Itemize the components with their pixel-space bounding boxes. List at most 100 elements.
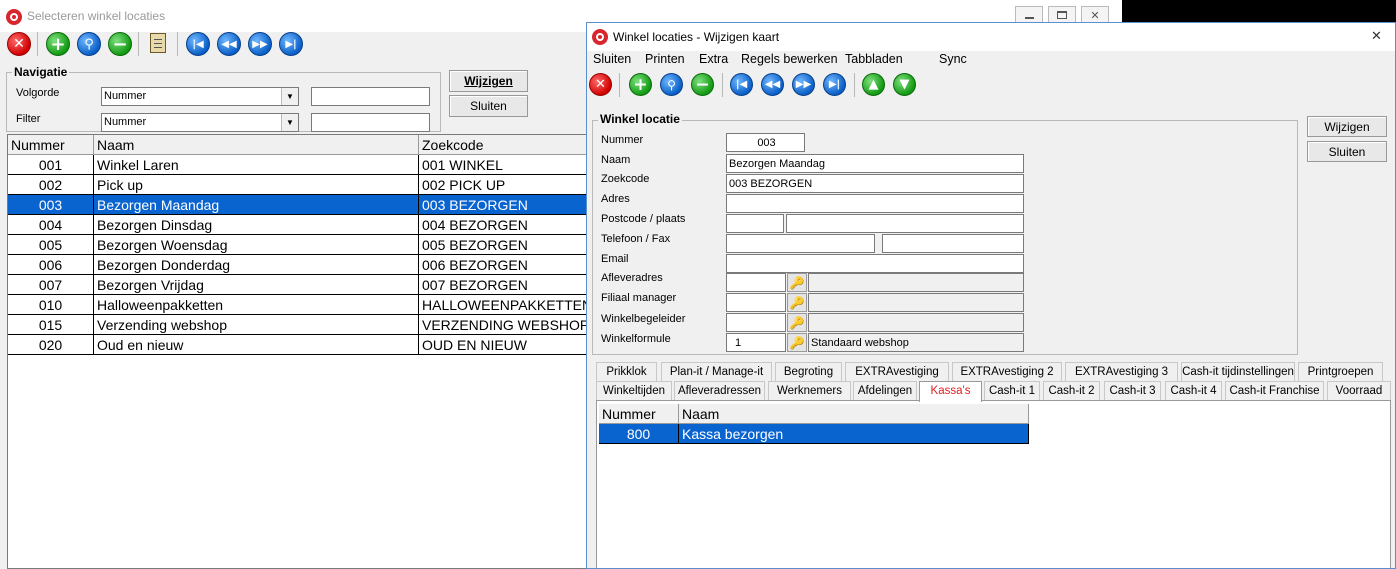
tab-cash-it-2[interactable]: Cash-it 2 xyxy=(1043,381,1100,400)
winkelbegeleider-lookup-button[interactable]: 🔑 xyxy=(787,313,807,332)
kassa-column-nummer[interactable]: Nummer xyxy=(599,404,679,424)
tab-extravestiging-3[interactable]: EXTRAvestiging 3 xyxy=(1065,362,1178,381)
fax-field[interactable] xyxy=(882,234,1024,253)
menu-item-4[interactable]: Tabbladen xyxy=(845,52,903,66)
filter-select[interactable]: Nummer ▼ xyxy=(101,113,299,132)
tab-extravestiging[interactable]: EXTRAvestiging xyxy=(845,362,949,381)
filter-text-input[interactable] xyxy=(311,113,430,132)
postcode-field[interactable] xyxy=(726,214,784,233)
search-button[interactable]: ⚲ xyxy=(77,32,101,56)
tab-printgroepen[interactable]: Printgroepen xyxy=(1298,362,1383,381)
previous-record-button[interactable]: ◀◀ xyxy=(217,32,241,56)
tab-afdelingen[interactable]: Afdelingen xyxy=(853,381,917,400)
plaats-field[interactable] xyxy=(786,214,1024,233)
add-button[interactable]: + xyxy=(629,73,652,96)
filiaal-manager-field[interactable] xyxy=(726,293,786,312)
tab-cash-it-franchise[interactable]: Cash-it Franchise xyxy=(1225,381,1324,400)
nummer-field[interactable]: 003 xyxy=(726,133,805,152)
kassa-row[interactable]: 800 Kassa bezorgen xyxy=(599,424,1029,444)
menu-item-1[interactable]: Printen xyxy=(645,52,685,66)
column-header-nummer[interactable]: Nummer xyxy=(8,135,94,155)
first-record-button[interactable]: |◀ xyxy=(730,73,753,96)
tab-plan-it-manage-it[interactable]: Plan-it / Manage-it xyxy=(661,362,772,381)
table-row[interactable]: 002 Pick up 002 PICK UP xyxy=(8,175,606,195)
tab-voorraad[interactable]: Voorraad xyxy=(1327,381,1391,400)
table-row[interactable]: 007 Bezorgen Vrijdag 007 BEZORGEN xyxy=(8,275,606,295)
menu-item-3[interactable]: Regels bewerken xyxy=(741,52,838,66)
adres-field[interactable] xyxy=(726,194,1024,213)
winkelformule-field[interactable]: 1 xyxy=(726,333,786,352)
locations-table: Nummer Naam Zoekcode 001 Winkel Laren 001 … xyxy=(7,134,607,569)
cell-zoekcode: 007 BEZORGEN xyxy=(419,275,606,295)
column-header-naam[interactable]: Naam xyxy=(94,135,419,155)
clipboard-button[interactable] xyxy=(146,31,170,55)
tab-cash-it-3[interactable]: Cash-it 3 xyxy=(1104,381,1161,400)
last-record-button[interactable]: ▶| xyxy=(823,73,846,96)
next-record-button[interactable]: ▶▶ xyxy=(248,32,272,56)
table-row[interactable]: 020 Oud en nieuw OUD EN NIEUW xyxy=(8,335,606,355)
previous-record-button[interactable]: ◀◀ xyxy=(761,73,784,96)
tab-afleveradressen[interactable]: Afleveradressen xyxy=(674,381,765,400)
winkelbegeleider-field[interactable] xyxy=(726,313,786,332)
back-sluiten-button[interactable]: Sluiten xyxy=(449,95,528,117)
afleveradres-lookup-button[interactable]: 🔑 xyxy=(787,273,807,292)
search-button[interactable]: ⚲ xyxy=(660,73,683,96)
table-row[interactable]: 006 Bezorgen Donderdag 006 BEZORGEN xyxy=(8,255,606,275)
filiaal-manager-lookup-button[interactable]: 🔑 xyxy=(787,293,807,312)
tab-cash-it-1[interactable]: Cash-it 1 xyxy=(984,381,1040,400)
column-header-zoekcode[interactable]: Zoekcode xyxy=(419,135,606,155)
menu-item-5[interactable]: Sync xyxy=(939,52,967,66)
winkel-locatie-group-title: Winkel locatie xyxy=(598,112,682,126)
volgorde-search-input[interactable] xyxy=(311,87,430,106)
tab-begroting[interactable]: Begroting xyxy=(775,362,842,381)
email-field[interactable] xyxy=(726,254,1024,273)
chevron-down-icon[interactable]: ▼ xyxy=(281,88,298,105)
move-up-button[interactable]: ▲ xyxy=(862,73,885,96)
table-row[interactable]: 004 Bezorgen Dinsdag 004 BEZORGEN xyxy=(8,215,606,235)
menu-item-2[interactable]: Extra xyxy=(699,52,728,66)
volgorde-select[interactable]: Nummer ▼ xyxy=(101,87,299,106)
tab-kassa-s[interactable]: Kassa's xyxy=(919,381,982,402)
tab-cash-it-tijdinstellingen[interactable]: Cash-it tijdinstellingen xyxy=(1181,362,1295,381)
winkelbegeleider-label: Winkelbegeleider xyxy=(601,313,686,325)
close-record-button[interactable]: ✕ xyxy=(589,73,612,96)
naam-field[interactable]: Bezorgen Maandag xyxy=(726,154,1024,173)
tab-prikklok[interactable]: Prikklok xyxy=(596,362,657,381)
telefoon-field[interactable] xyxy=(726,234,875,253)
table-row[interactable]: 005 Bezorgen Woensdag 005 BEZORGEN xyxy=(8,235,606,255)
last-record-button[interactable]: ▶| xyxy=(279,32,303,56)
cell-naam: Oud en nieuw xyxy=(94,335,419,355)
delete-button[interactable]: − xyxy=(691,73,714,96)
menu-item-0[interactable]: Sluiten xyxy=(593,52,631,66)
tab-extravestiging-2[interactable]: EXTRAvestiging 2 xyxy=(952,362,1062,381)
front-wijzigen-button[interactable]: Wijzigen xyxy=(1307,116,1387,137)
tab-werknemers[interactable]: Werknemers xyxy=(768,381,851,400)
front-close-button[interactable]: ✕ xyxy=(1371,28,1382,44)
tab-cash-it-4[interactable]: Cash-it 4 xyxy=(1165,381,1222,400)
first-record-button[interactable]: |◀ xyxy=(186,32,210,56)
cell-nummer: 006 xyxy=(8,255,94,275)
cell-zoekcode: 005 BEZORGEN xyxy=(419,235,606,255)
naam-label: Naam xyxy=(601,154,631,166)
table-row[interactable]: 010 Halloweenpakketten HALLOWEENPAKKETTEN xyxy=(8,295,606,315)
back-wijzigen-button[interactable]: Wijzigen xyxy=(449,70,528,92)
add-button[interactable]: + xyxy=(46,32,70,56)
table-row[interactable]: 001 Winkel Laren 001 WINKEL xyxy=(8,155,606,175)
volgorde-select-value: Nummer xyxy=(104,90,147,102)
afleveradres-field[interactable] xyxy=(726,273,786,292)
table-row[interactable]: 015 Verzending webshop VERZENDING WEBSHOP xyxy=(8,315,606,335)
move-down-button[interactable]: ▼ xyxy=(893,73,916,96)
winkelformule-lookup-button[interactable]: 🔑 xyxy=(787,333,807,352)
app-logo-icon xyxy=(6,9,22,25)
key-icon: 🔑 xyxy=(789,275,805,290)
close-record-button[interactable]: ✕ xyxy=(7,32,31,56)
kassa-column-naam[interactable]: Naam xyxy=(679,404,1029,424)
front-sluiten-button[interactable]: Sluiten xyxy=(1307,141,1387,162)
next-record-button[interactable]: ▶▶ xyxy=(792,73,815,96)
delete-button[interactable]: − xyxy=(108,32,132,56)
skip-first-icon: |◀ xyxy=(735,79,748,90)
tab-winkeltijden[interactable]: Winkeltijden xyxy=(596,381,672,400)
chevron-down-icon[interactable]: ▼ xyxy=(281,114,298,131)
zoekcode-field[interactable]: 003 BEZORGEN xyxy=(726,174,1024,193)
table-row[interactable]: 003 Bezorgen Maandag 003 BEZORGEN xyxy=(8,195,606,215)
